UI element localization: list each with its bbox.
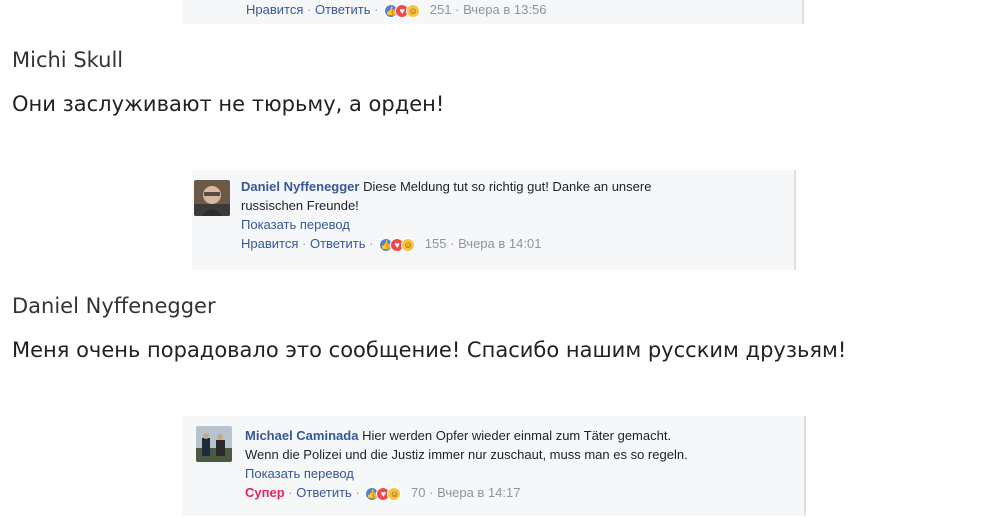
comment-time[interactable]: Вчера в 14:17 bbox=[437, 485, 520, 500]
laughing-face-icon: ☺ bbox=[387, 486, 402, 501]
comment-author[interactable]: Michael Caminada bbox=[245, 428, 358, 443]
separator: · bbox=[374, 2, 379, 17]
comment-translation: Меня очень порадовало это сообщение! Спа… bbox=[12, 338, 847, 362]
comment-translation: Они заслуживают не тюрьму, а орден! bbox=[12, 92, 445, 116]
separator: · bbox=[307, 2, 312, 17]
comment-time[interactable]: Вчера в 13:56 bbox=[463, 2, 546, 17]
comment-author[interactable]: Daniel Nyffenegger bbox=[241, 179, 359, 194]
reply-link[interactable]: Ответить bbox=[296, 485, 352, 500]
reaction-count: 251 bbox=[429, 2, 452, 17]
separator: · bbox=[355, 485, 360, 500]
like-link[interactable]: Нравится bbox=[241, 236, 298, 251]
show-translation-link[interactable]: Показать перевод bbox=[245, 464, 797, 483]
comment-time[interactable]: Вчера в 14:01 bbox=[458, 236, 541, 251]
comment-text-line1: Diese Meldung tut so richtig gut! Danke … bbox=[363, 179, 652, 194]
commenter-name: Michi Skull bbox=[12, 48, 124, 72]
separator: · bbox=[450, 236, 455, 251]
comment-card-top: Нравится · Ответить · 👍 ♥ ☺ 251 · Вчера … bbox=[182, 0, 804, 24]
super-reaction-link[interactable]: Супер bbox=[245, 485, 285, 500]
comment-text-line2: russischen Freunde! bbox=[241, 198, 359, 213]
separator: · bbox=[429, 485, 434, 500]
reaction-count: 70 bbox=[411, 485, 426, 500]
reaction-count: 155 bbox=[424, 236, 447, 251]
comment-actions: Супер · Ответить · 👍 ♥ ☺ 70 · Вчера в 14… bbox=[245, 483, 797, 502]
avatar[interactable] bbox=[196, 426, 232, 462]
comment-card: Daniel Nyffenegger Diese Meldung tut so … bbox=[192, 170, 796, 270]
comment-actions: Нравится · Ответить · 👍 ♥ ☺ 155 · Вчера … bbox=[241, 234, 786, 253]
comment-body: Daniel Nyffenegger Diese Meldung tut so … bbox=[241, 177, 786, 215]
commenter-name: Daniel Nyffenegger bbox=[12, 294, 216, 318]
comment-actions: Нравится · Ответить · 👍 ♥ ☺ 251 · Вчера … bbox=[246, 0, 546, 19]
separator: · bbox=[455, 2, 460, 17]
like-link[interactable]: Нравится bbox=[246, 2, 303, 17]
reactions-icons[interactable]: 👍 ♥ ☺ bbox=[384, 3, 424, 19]
reply-link[interactable]: Ответить bbox=[315, 2, 371, 17]
laughing-face-icon: ☺ bbox=[406, 3, 421, 18]
reactions-icons[interactable]: 👍 ♥ ☺ bbox=[379, 237, 419, 253]
comment-body: Michael Caminada Hier werden Opfer wiede… bbox=[245, 426, 797, 464]
separator: · bbox=[288, 485, 293, 500]
show-translation-link[interactable]: Показать перевод bbox=[241, 215, 786, 234]
separator: · bbox=[369, 236, 374, 251]
comment-card: Michael Caminada Hier werden Opfer wiede… bbox=[182, 416, 806, 516]
separator: · bbox=[302, 236, 307, 251]
reply-link[interactable]: Ответить bbox=[310, 236, 366, 251]
comment-text-line1: Hier werden Opfer wieder einmal zum Täte… bbox=[362, 428, 672, 443]
reactions-icons[interactable]: 👍 ♥ ☺ bbox=[365, 486, 405, 502]
avatar[interactable] bbox=[194, 180, 230, 216]
laughing-face-icon: ☺ bbox=[401, 237, 416, 252]
comment-text-line2: Wenn die Polizei und die Justiz immer nu… bbox=[245, 447, 688, 462]
